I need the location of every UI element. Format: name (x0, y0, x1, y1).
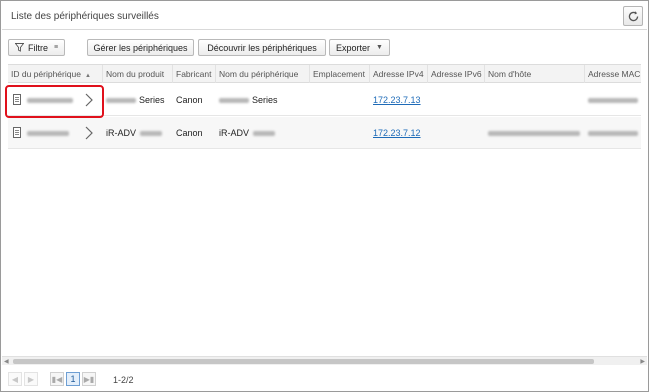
page-range: 1-2/2 (113, 375, 134, 385)
hostname-cell (485, 117, 585, 149)
location-cell (310, 117, 370, 149)
pagination: ◀ ▶ ▮◀ 1 ▶▮ 1-2/2 (2, 367, 647, 391)
location-cell (310, 84, 370, 116)
redacted-value (588, 131, 638, 137)
table-row[interactable]: iR-ADV Canon iR-ADV 172.23.7.12 (8, 117, 641, 149)
toolbar: Filtre ≡ Gérer les périphériques Découvr… (2, 31, 647, 63)
chevron-right-icon[interactable] (84, 126, 94, 140)
horizontal-scrollbar[interactable]: ◀ ▶ (2, 356, 647, 365)
product-name-cell: iR-ADV (103, 117, 173, 149)
ipv4-cell: 172.23.7.12 (370, 117, 428, 149)
redacted-value (106, 98, 136, 104)
scrollbar-thumb[interactable] (13, 359, 594, 364)
document-icon (13, 127, 21, 138)
filter-button[interactable]: Filtre ≡ (8, 39, 65, 56)
filter-icon (14, 43, 24, 52)
hostname-cell (485, 84, 585, 116)
next-page-icon[interactable]: ▶ (24, 372, 38, 386)
ipv6-cell (428, 84, 485, 116)
column-header-mac[interactable]: Adresse MAC (585, 65, 641, 83)
manufacturer-cell: Canon (176, 128, 203, 138)
redacted-value (253, 131, 276, 137)
mac-cell (585, 117, 641, 149)
redacted-value (140, 131, 163, 137)
ipv4-link[interactable]: 172.23.7.13 (373, 95, 421, 105)
title-bar: Liste des périphériques surveillés (2, 2, 647, 30)
scroll-right-icon[interactable]: ▶ (640, 358, 645, 365)
table-header: ID du périphérique ▲ Nom du produit Fabri… (8, 64, 641, 83)
previous-page-icon[interactable]: ◀ (8, 372, 22, 386)
column-header-device-name[interactable]: Nom du périphérique (216, 65, 310, 83)
ipv6-cell (428, 117, 485, 149)
column-header-manufacturer[interactable]: Fabricant (173, 65, 216, 83)
sort-ascending-icon: ▲ (84, 73, 91, 79)
redacted-value (219, 98, 249, 104)
ipv4-cell: 172.23.7.13 (370, 84, 428, 116)
chevron-down-icon: ▼ (376, 44, 383, 51)
ipv4-link[interactable]: 172.23.7.12 (373, 128, 421, 138)
export-button[interactable]: Exporter ▼ (329, 39, 390, 56)
column-header-location[interactable]: Emplacement (310, 65, 370, 83)
scroll-left-icon[interactable]: ◀ (4, 358, 9, 365)
mac-cell (585, 84, 641, 116)
column-header-ipv4[interactable]: Adresse IPv4 (370, 65, 428, 83)
column-header-ipv6[interactable]: Adresse IPv6 (428, 65, 485, 83)
redacted-value (588, 98, 638, 104)
device-name-cell: Series (216, 84, 310, 116)
filter-label: Filtre (27, 42, 48, 53)
device-id-cell (8, 117, 103, 149)
monitored-devices-window: Liste des périphériques surveillés Filtr… (0, 0, 649, 392)
chevron-down-icon: ≡ (53, 44, 59, 51)
product-name-cell: Series (103, 84, 173, 116)
window-title: Liste des périphériques surveillés (11, 11, 159, 22)
manufacturer-cell: Canon (176, 95, 203, 105)
current-page-number[interactable]: 1 (66, 372, 80, 386)
refresh-button[interactable] (623, 6, 643, 26)
redacted-value (27, 131, 69, 137)
export-label: Exporter (336, 42, 371, 53)
refresh-icon (628, 10, 638, 21)
redacted-value (488, 131, 580, 137)
column-header-device-id[interactable]: ID du périphérique ▲ (8, 65, 103, 83)
first-page-icon[interactable]: ▮◀ (50, 372, 64, 386)
last-page-icon[interactable]: ▶▮ (82, 372, 96, 386)
manage-devices-button[interactable]: Gérer les périphériques (87, 39, 194, 56)
device-name-cell: iR-ADV (216, 117, 310, 149)
column-header-product-name[interactable]: Nom du produit (103, 65, 173, 83)
highlight-box (5, 85, 104, 118)
discover-devices-button[interactable]: Découvrir les périphériques (198, 39, 326, 56)
column-header-hostname[interactable]: Nom d'hôte (485, 65, 585, 83)
